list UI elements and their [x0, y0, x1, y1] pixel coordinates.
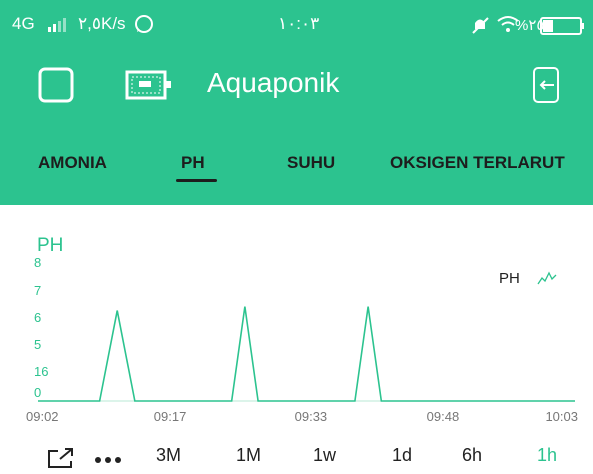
y-tick-label: 16 — [34, 364, 48, 379]
x-tick-label: 09:33 — [295, 409, 328, 424]
logout-icon[interactable] — [528, 66, 564, 104]
expand-icon[interactable] — [46, 447, 76, 469]
tab-bar: AMONIA PH SUHU OKSIGEN TERLARUT — [0, 138, 593, 193]
range-1w[interactable]: 1w — [313, 445, 336, 466]
series-line-ph — [38, 306, 575, 402]
tab-oksigen-terlarut[interactable]: OKSIGEN TERLARUT — [390, 153, 565, 173]
chart-container: PH PH 8 7 6 5 16 0 09:02 09:17 09:33 09:48 10:03 — [0, 225, 593, 425]
status-bar: 4G ٢,٥K/s ١٠:٠٣ %٢٥ — [0, 0, 593, 50]
range-1d[interactable]: 1d — [392, 445, 412, 466]
x-tick-label: 09:02 — [26, 409, 59, 424]
whatsapp-icon — [135, 15, 153, 33]
device-icon[interactable] — [125, 70, 175, 100]
range-bar: 3M 1M 1w 1d 6h 1h — [0, 432, 593, 474]
network-type: 4G — [12, 14, 35, 33]
x-tick-label: 09:17 — [154, 409, 187, 424]
active-tab-indicator — [176, 179, 217, 182]
y-tick-label: 5 — [34, 337, 41, 352]
tab-amonia[interactable]: AMONIA — [38, 153, 107, 173]
network-speed: ٢,٥K/s — [78, 14, 126, 33]
tab-suhu[interactable]: SUHU — [287, 153, 335, 173]
app-title: Aquaponik — [207, 67, 340, 98]
range-1m[interactable]: 1M — [236, 445, 261, 466]
signal-icon — [48, 18, 66, 32]
more-icon[interactable] — [94, 456, 122, 464]
battery-icon — [540, 17, 584, 35]
y-tick-label: 0 — [34, 385, 41, 400]
x-tick-label: 10:03 — [545, 409, 578, 424]
ph-line-chart: 8 7 6 5 16 0 09:02 09:17 09:33 09:48 10:03 — [26, 255, 578, 424]
mute-icon — [472, 17, 489, 34]
status-time: ١٠:٠٣ — [278, 14, 320, 33]
y-tick-label: 6 — [34, 310, 41, 325]
range-3m[interactable]: 3M — [156, 445, 181, 466]
range-6h[interactable]: 6h — [462, 445, 482, 466]
square-icon[interactable] — [38, 67, 74, 103]
tab-ph[interactable]: PH — [181, 153, 205, 173]
y-tick-label: 8 — [34, 255, 41, 270]
app-bar: Aquaponik — [0, 50, 593, 122]
range-1h[interactable]: 1h — [537, 445, 557, 466]
x-tick-label: 09:48 — [427, 409, 460, 424]
y-tick-label: 7 — [34, 283, 41, 298]
